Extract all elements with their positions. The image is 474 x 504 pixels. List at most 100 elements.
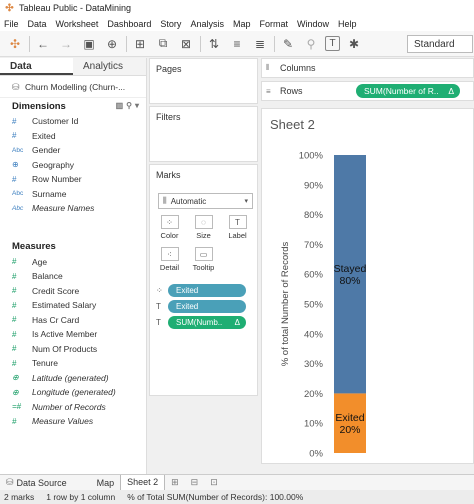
swap-icon[interactable]: ⇅ — [205, 35, 223, 53]
tooltip-button[interactable]: ▭ Tooltip — [190, 247, 217, 275]
field-credit-score[interactable]: # Credit Score — [0, 284, 146, 299]
rows-shelf[interactable]: ≡ Rows SUM(Number of R.. Δ — [261, 81, 474, 101]
y-tick-label: 60% — [304, 270, 324, 281]
table-calc-delta-icon: Δ — [234, 317, 240, 327]
field-label: Row Number — [32, 174, 82, 185]
field-row-number[interactable]: # Row Number — [0, 172, 146, 187]
toolbar-divider — [200, 35, 201, 52]
label-button[interactable]: T Label — [224, 215, 251, 243]
menu-window[interactable]: Window — [297, 19, 329, 29]
number-icon: # — [12, 257, 17, 267]
data-pane-tabs: Data Analytics — [0, 58, 146, 76]
field-surname[interactable]: Abc Surname — [0, 187, 146, 202]
group-icon[interactable]: ⚲ — [302, 35, 320, 53]
globe-icon: ⊕ — [12, 160, 19, 170]
field-measure-values[interactable]: # Measure Values — [0, 414, 146, 429]
menu-dashboard[interactable]: Dashboard — [107, 19, 151, 29]
string-icon: Abc — [12, 146, 24, 154]
exited-color-pill[interactable]: Exited — [168, 283, 246, 297]
size-button[interactable]: ◌ Size — [190, 215, 217, 243]
sum-records-label-pill[interactable]: SUM(Numb.. Δ — [168, 315, 246, 329]
show-labels-icon[interactable]: T — [325, 36, 340, 51]
undo-icon[interactable]: ← — [34, 35, 52, 53]
highlight-icon[interactable]: ✎ — [279, 35, 297, 53]
menu-worksheet[interactable]: Worksheet — [56, 19, 99, 29]
field-label: Tenure — [32, 358, 58, 369]
field-measure-names[interactable]: Abc Measure Names — [0, 201, 146, 216]
tab-map[interactable]: Map — [91, 475, 121, 491]
number-icon: # — [12, 271, 17, 281]
chevron-down-icon: ▾ — [244, 198, 248, 205]
exited-label-pill[interactable]: Exited — [168, 299, 246, 313]
clear-sheet-icon[interactable]: ⊠ — [177, 35, 195, 53]
tab-sheet-2[interactable]: Sheet 2 — [120, 474, 166, 491]
field-num-of-products[interactable]: # Num Of Products — [0, 342, 146, 357]
new-datasource-icon[interactable]: ⊕ — [103, 35, 121, 53]
rows-sum-records-pill[interactable]: SUM(Number of R.. Δ — [356, 84, 460, 98]
tab-data-source[interactable]: ⛁ Data Source — [0, 475, 73, 491]
field-customer-id[interactable]: # Customer Id — [0, 114, 146, 129]
automatic-mark-icon: ⫼ — [163, 196, 167, 205]
new-story-tab-icon[interactable]: ⊡ — [204, 475, 224, 491]
status-bar: 2 marks 1 row by 1 column % of Total SUM… — [0, 490, 474, 504]
menu-analysis[interactable]: Analysis — [190, 19, 224, 29]
columns-icon: ⦀ — [266, 63, 270, 72]
status-summary: % of Total SUM(Number of Records): 100.0… — [127, 492, 304, 502]
y-tick-label: 50% — [304, 300, 324, 311]
view-size-value: Standard — [414, 38, 455, 50]
field-number-of-records[interactable]: =# Number of Records — [0, 400, 146, 415]
menu-story[interactable]: Story — [160, 19, 181, 29]
field-balance[interactable]: # Balance — [0, 269, 146, 284]
number-icon: # — [12, 116, 17, 126]
field-label: Measure Names — [32, 203, 95, 214]
color-button[interactable]: ⁘ Color — [156, 215, 183, 243]
pin-icon[interactable]: ✱ — [345, 35, 363, 53]
search-icon[interactable]: ⚲ — [126, 101, 135, 110]
measures-header: Measures — [0, 239, 146, 255]
tab-data[interactable]: Data — [0, 58, 73, 75]
field-label: Estimated Salary — [32, 300, 97, 311]
sort-descending-icon[interactable]: ≣ — [251, 35, 269, 53]
sort-ascending-icon[interactable]: ≡ — [228, 35, 246, 53]
menu-data[interactable]: Data — [28, 19, 47, 29]
mark-type-select[interactable]: ⫼ Automatic ▾ — [158, 193, 253, 209]
filters-card[interactable]: Filters — [149, 106, 258, 162]
field-estimated-salary[interactable]: # Estimated Salary — [0, 298, 146, 313]
view-size-select[interactable]: Standard — [407, 35, 473, 53]
field-is-active-member[interactable]: # Is Active Member — [0, 327, 146, 342]
chevron-down-icon[interactable]: ▾ — [135, 101, 142, 110]
detail-button[interactable]: ⁖ Detail — [156, 247, 183, 275]
tab-analytics[interactable]: Analytics — [73, 58, 146, 75]
color-icon: ⁘ — [160, 215, 179, 229]
menu-format[interactable]: Format — [259, 19, 288, 29]
y-tick-label: 90% — [304, 180, 324, 191]
field-latitude[interactable]: ⊕ Latitude (generated) — [0, 371, 146, 386]
field-age[interactable]: # Age — [0, 255, 146, 270]
field-label: Exited — [32, 130, 56, 141]
pages-card[interactable]: Pages — [149, 58, 258, 104]
menu-file[interactable]: File — [4, 19, 19, 29]
new-worksheet-icon[interactable]: ⊞ — [131, 35, 149, 53]
globe-icon: ⊕ — [12, 373, 19, 383]
new-worksheet-tab-icon[interactable]: ⊞ — [165, 475, 185, 491]
menu-map[interactable]: Map — [233, 19, 251, 29]
new-dashboard-tab-icon[interactable]: ⊟ — [185, 475, 205, 491]
field-exited[interactable]: # Exited — [0, 129, 146, 144]
redo-icon[interactable]: → — [57, 35, 75, 53]
menu-help[interactable]: Help — [338, 19, 357, 29]
view-toggle-icon[interactable]: ▥ — [116, 101, 127, 110]
window-title: Tableau Public - DataMining — [19, 3, 132, 13]
save-icon[interactable]: ▣ — [80, 35, 98, 53]
field-has-cr-card[interactable]: # Has Cr Card — [0, 313, 146, 328]
tableau-home-icon[interactable]: ✣ — [6, 35, 24, 53]
toolbar-divider — [29, 35, 30, 52]
datasource-item[interactable]: ⛁ Churn Modelling (Churn-... — [0, 76, 146, 98]
field-tenure[interactable]: # Tenure — [0, 356, 146, 371]
field-gender[interactable]: Abc Gender — [0, 143, 146, 158]
field-label: Longitude (generated) — [32, 387, 116, 398]
field-longitude[interactable]: ⊕ Longitude (generated) — [0, 385, 146, 400]
field-geography[interactable]: ⊕ Geography — [0, 158, 146, 173]
columns-shelf[interactable]: ⦀ Columns — [261, 58, 474, 78]
duplicate-sheet-icon[interactable]: ⧉ — [154, 35, 172, 53]
